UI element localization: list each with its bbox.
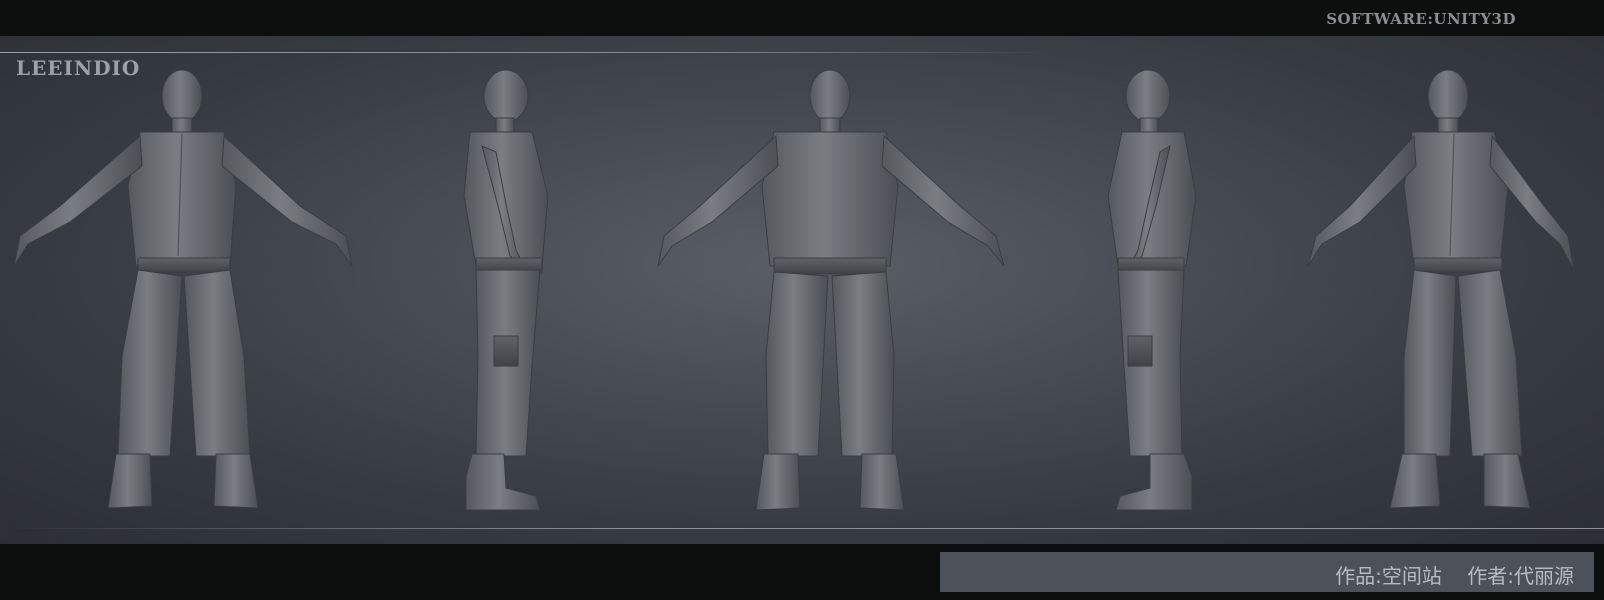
side-left-view-figure bbox=[1107, 69, 1197, 511]
side-right-view-figure bbox=[463, 69, 549, 511]
software-label: SOFTWARE:UNITY3D bbox=[1326, 10, 1516, 28]
three-quarter-view-figure bbox=[1307, 69, 1575, 509]
character-turnaround bbox=[13, 69, 1575, 511]
turnaround-sheet: SOFTWARE:UNITY3D LEEINDIO 作品:空间站 作者:代丽源 bbox=[0, 0, 1604, 600]
credit-box: 作品:空间站 作者:代丽源 bbox=[940, 552, 1594, 592]
top-bar: SOFTWARE:UNITY3D bbox=[0, 0, 1604, 36]
front-view-figure bbox=[13, 69, 353, 509]
credit-text: 作品:空间站 作者:代丽源 bbox=[1335, 564, 1574, 588]
render-stage: LEEINDIO bbox=[0, 36, 1604, 544]
back-view-figure bbox=[657, 69, 1005, 511]
